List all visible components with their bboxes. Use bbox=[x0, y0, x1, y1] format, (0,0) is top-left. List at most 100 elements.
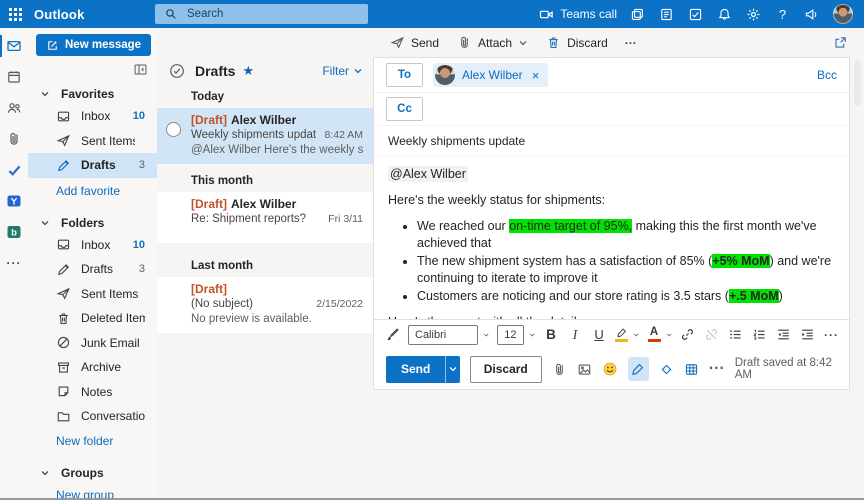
rail-bookings-button[interactable] bbox=[0, 224, 28, 240]
favorites-header[interactable]: Favorites bbox=[28, 84, 157, 104]
sent-icon bbox=[56, 133, 71, 148]
favorite-item-sent[interactable]: Sent Items bbox=[28, 129, 157, 154]
favorite-star-icon[interactable]: ★ bbox=[242, 63, 254, 79]
groups-header[interactable]: Groups bbox=[28, 463, 157, 483]
message-row[interactable]: [Draft] Alex Wilber Re: Shipment reports?… bbox=[157, 192, 373, 243]
filter-button[interactable]: Filter bbox=[322, 64, 363, 78]
format-painter-button[interactable] bbox=[384, 327, 400, 342]
folder-item-notes[interactable]: Notes bbox=[28, 380, 157, 405]
search-input[interactable]: Search bbox=[155, 4, 368, 24]
italic-button[interactable]: I bbox=[567, 327, 583, 343]
rail-mail-button[interactable] bbox=[0, 35, 28, 57]
rail-todo-button[interactable] bbox=[0, 162, 28, 178]
help-button[interactable]: ? bbox=[768, 0, 797, 28]
notifications-button[interactable] bbox=[710, 0, 739, 28]
chevron-down-icon[interactable] bbox=[529, 330, 535, 340]
todo-tasks-button[interactable] bbox=[681, 0, 710, 28]
open-in-new-window-button[interactable] bbox=[825, 35, 856, 50]
scrollbar-track[interactable] bbox=[851, 57, 864, 498]
increase-indent-button[interactable] bbox=[800, 327, 816, 342]
rail-calendar-button[interactable] bbox=[0, 69, 28, 85]
to-button[interactable]: To bbox=[386, 63, 423, 87]
send-toolbar-button[interactable]: Send bbox=[381, 30, 448, 56]
font-color-button[interactable]: A bbox=[647, 326, 661, 342]
folder-item-conversation-history[interactable]: Conversation His... bbox=[28, 404, 157, 429]
discard-button[interactable]: Discard bbox=[469, 355, 542, 383]
folder-item-deleted[interactable]: Deleted Items bbox=[28, 306, 157, 331]
action-more-button[interactable]: ··· bbox=[709, 360, 725, 378]
app-launcher-button[interactable] bbox=[0, 0, 30, 28]
chevron-down-icon bbox=[40, 89, 50, 99]
recipient-chip[interactable]: Alex Wilber × bbox=[433, 63, 549, 87]
rail-files-button[interactable] bbox=[0, 131, 28, 147]
folder-item-junk[interactable]: Junk Email bbox=[28, 331, 157, 356]
attach-file-button[interactable] bbox=[552, 362, 567, 377]
bell-icon bbox=[717, 7, 732, 22]
message-row[interactable]: [Draft] Alex Wilber Weekly shipments upda… bbox=[157, 108, 373, 164]
notes-feed-button[interactable] bbox=[652, 0, 681, 28]
decrease-indent-button[interactable] bbox=[776, 327, 792, 342]
folder-item-sent[interactable]: Sent Items bbox=[28, 282, 157, 307]
rail-more-button[interactable]: ··· bbox=[0, 255, 28, 271]
rail-yammer-button[interactable] bbox=[0, 193, 28, 209]
chevron-down-icon[interactable] bbox=[633, 330, 639, 340]
teams-call-button[interactable]: Teams call bbox=[533, 0, 623, 28]
mention-pill[interactable]: @Alex Wilber bbox=[388, 166, 468, 182]
insert-picture-button[interactable] bbox=[577, 362, 592, 377]
app-rail: ··· bbox=[0, 28, 28, 498]
favorite-item-inbox[interactable]: Inbox 10 bbox=[28, 104, 157, 129]
message-body-editor[interactable]: @Alex Wilber Here's the weekly status fo… bbox=[374, 156, 849, 319]
send-button[interactable]: Send bbox=[386, 355, 446, 383]
collapse-folder-pane-button[interactable] bbox=[133, 62, 148, 77]
folder-item-archive[interactable]: Archive bbox=[28, 355, 157, 380]
insert-link-button[interactable] bbox=[680, 327, 696, 342]
message-select-radio[interactable] bbox=[166, 122, 181, 137]
send-options-button[interactable] bbox=[445, 355, 460, 383]
discard-toolbar-button[interactable]: Discard bbox=[537, 30, 617, 56]
send-plane-icon bbox=[390, 35, 405, 50]
settings-button[interactable] bbox=[739, 0, 768, 28]
bulleted-list-button[interactable] bbox=[728, 327, 744, 342]
new-message-button[interactable]: New message bbox=[36, 34, 152, 56]
my-day-button[interactable] bbox=[623, 0, 652, 28]
numbered-list-button[interactable] bbox=[752, 327, 768, 342]
draft-tag: [Draft] bbox=[191, 282, 227, 296]
message-preview: No preview is available. bbox=[191, 313, 312, 325]
new-folder-link[interactable]: New folder bbox=[28, 429, 157, 454]
message-row[interactable]: [Draft] (No subject) 2/15/2022 No preview… bbox=[157, 277, 373, 333]
inbox-icon bbox=[56, 237, 71, 252]
remove-recipient-icon[interactable]: × bbox=[532, 68, 540, 83]
bcc-link[interactable]: Bcc bbox=[817, 68, 837, 82]
account-avatar[interactable] bbox=[833, 4, 853, 24]
folders-header[interactable]: Folders bbox=[28, 213, 157, 233]
folder-item-drafts[interactable]: Drafts 3 bbox=[28, 257, 157, 282]
rail-people-button[interactable] bbox=[0, 100, 28, 116]
chevron-down-icon[interactable] bbox=[666, 330, 672, 340]
highlight-color-button[interactable] bbox=[615, 327, 629, 342]
font-size-select[interactable]: 12 bbox=[497, 324, 524, 345]
video-camera-icon bbox=[539, 7, 554, 22]
editor-button[interactable] bbox=[627, 357, 649, 381]
attach-button[interactable]: Attach bbox=[448, 30, 537, 56]
subject-field[interactable]: Weekly shipments update bbox=[374, 126, 849, 156]
remove-link-button[interactable] bbox=[704, 327, 720, 342]
compose-icon bbox=[46, 39, 59, 52]
underline-button[interactable]: U bbox=[591, 327, 607, 342]
select-all-icon[interactable] bbox=[169, 63, 185, 79]
favorite-item-drafts[interactable]: Drafts 3 bbox=[28, 153, 157, 178]
cc-button[interactable]: Cc bbox=[386, 97, 423, 121]
insert-emoji-button[interactable] bbox=[602, 361, 618, 377]
chevron-down-icon[interactable] bbox=[483, 330, 489, 340]
message-preview: @Alex Wilber Here's the weekly status ..… bbox=[191, 144, 363, 156]
formatting-more-button[interactable]: ··· bbox=[824, 328, 839, 342]
feedback-button[interactable] bbox=[797, 0, 826, 28]
toolbar-more-button[interactable]: ··· bbox=[617, 36, 645, 50]
send-split-button[interactable]: Send bbox=[386, 355, 460, 383]
folder-item-inbox[interactable]: Inbox 10 bbox=[28, 233, 157, 258]
add-favorite-link[interactable]: Add favorite bbox=[28, 178, 157, 204]
insert-table-button[interactable] bbox=[684, 362, 699, 377]
sensitivity-button[interactable] bbox=[659, 362, 674, 377]
bold-button[interactable]: B bbox=[543, 327, 559, 342]
scrollbar-thumb[interactable] bbox=[854, 60, 861, 106]
font-family-select[interactable]: Calibri bbox=[408, 324, 478, 345]
